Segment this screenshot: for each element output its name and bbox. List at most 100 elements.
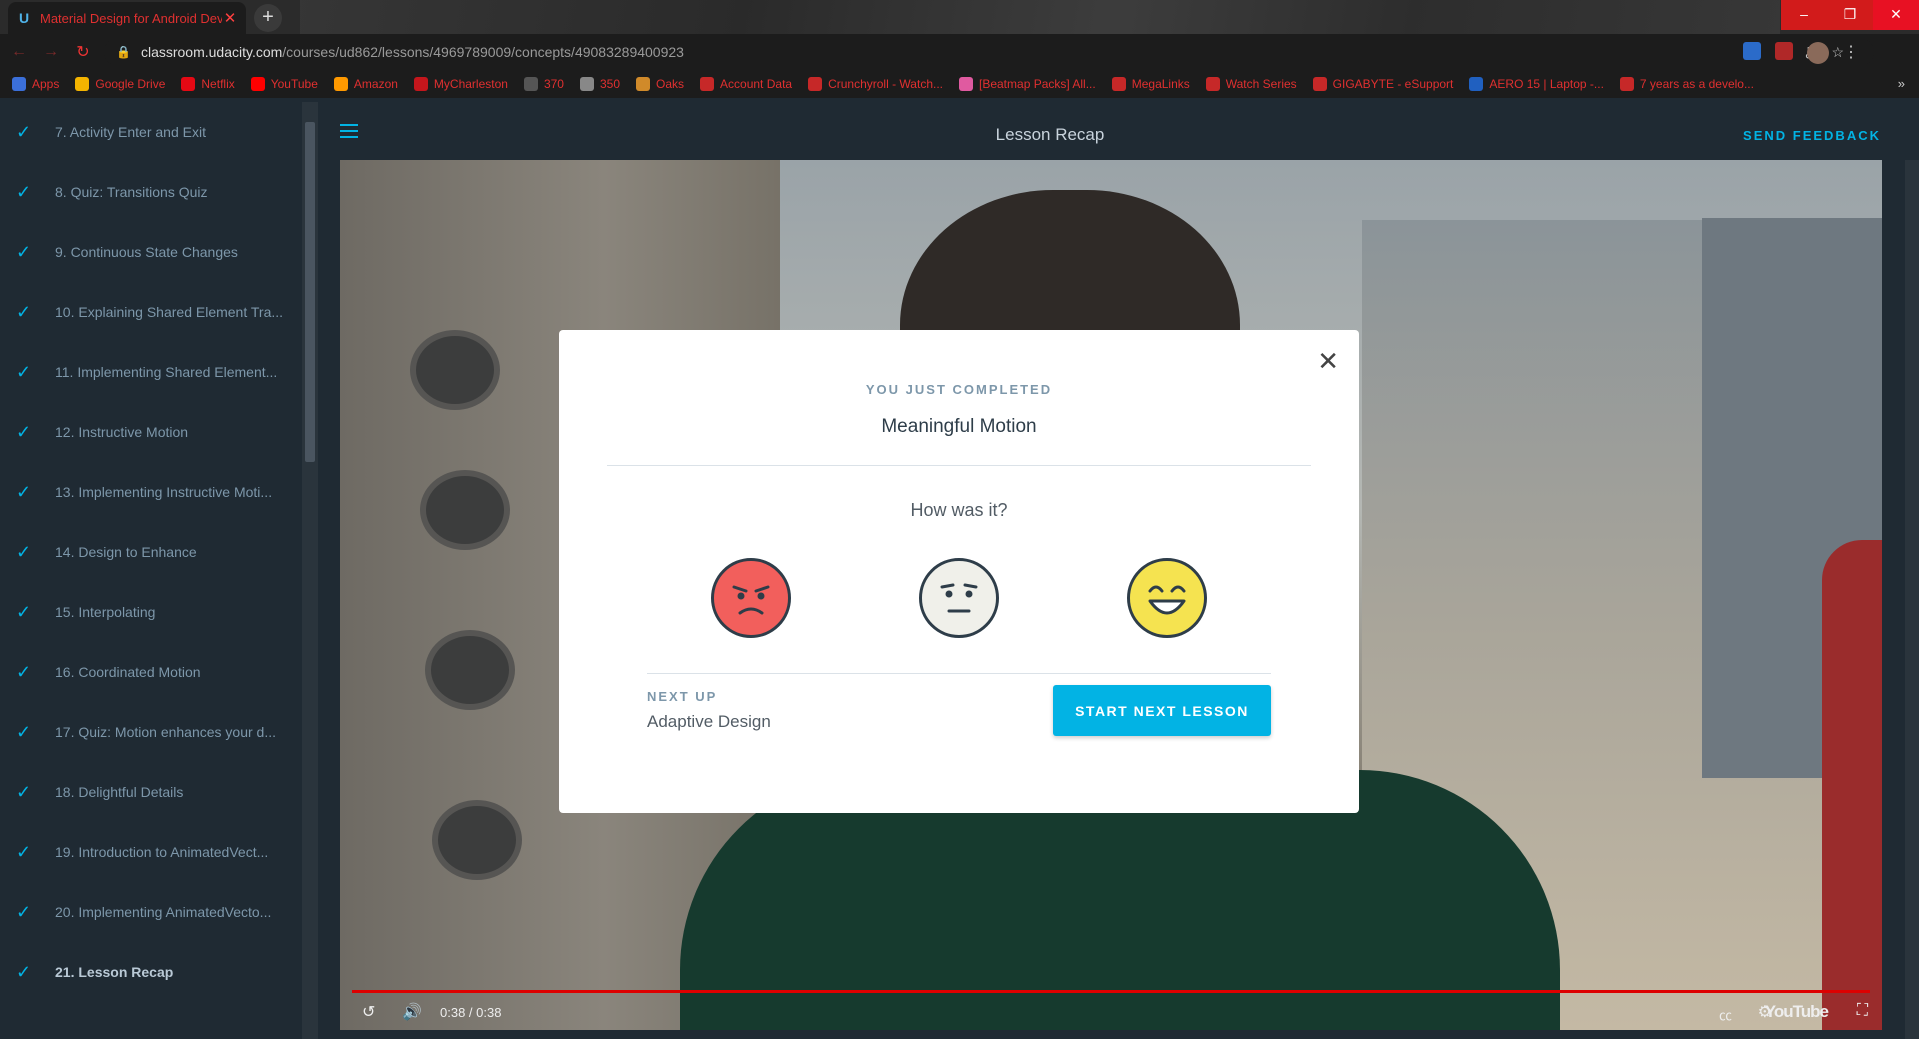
- tab-title: Material Design for Android Dev: [40, 10, 222, 26]
- checkmark-icon: ✓: [16, 661, 32, 682]
- bookmark-label: MyCharleston: [433, 77, 508, 91]
- checkmark-icon: ✓: [16, 541, 32, 562]
- sidebar-concept-label: 12. Instructive Motion: [55, 424, 189, 440]
- neutral-face-icon[interactable]: [919, 558, 999, 638]
- bookmark-item[interactable]: MegaLinks: [1111, 77, 1190, 91]
- bookmark-item[interactable]: MyCharleston: [413, 77, 508, 91]
- reload-icon[interactable]: ↻: [70, 42, 96, 62]
- bookmark-item[interactable]: Watch Series: [1205, 77, 1297, 91]
- bookmark-label: Account Data: [720, 77, 793, 91]
- browser-tabstrip: U Material Design for Android Dev ✕ + – …: [0, 0, 1919, 34]
- sidebar-scroll-thumb[interactable]: [305, 122, 315, 462]
- extension-icon[interactable]: [1775, 42, 1793, 60]
- replay-icon[interactable]: ↺: [362, 1002, 375, 1022]
- main-scrollbar[interactable]: [1905, 160, 1919, 1039]
- sidebar-concept-item[interactable]: ✓ 15. Interpolating: [0, 582, 302, 642]
- fullscreen-icon[interactable]: ⛶: [1857, 1002, 1868, 1020]
- checkmark-icon: ✓: [16, 421, 32, 442]
- video-scene-porthole: [432, 800, 522, 880]
- youtube-logo[interactable]: YouTube: [1765, 1002, 1829, 1022]
- sidebar-concept-label: 21. Lesson Recap: [55, 964, 174, 980]
- checkmark-icon: ✓: [16, 601, 32, 622]
- sidebar-concept-item[interactable]: ✓ 18. Delightful Details: [0, 762, 302, 822]
- lesson-complete-modal: ✕ YOU JUST COMPLETED Meaningful Motion H…: [559, 330, 1359, 813]
- sidebar-concept-item[interactable]: ✓ 13. Implementing Instructive Moti...: [0, 462, 302, 522]
- bookmark-item[interactable]: [Beatmap Packs] All...: [959, 77, 1096, 91]
- sidebar-concept-label: 15. Interpolating: [55, 604, 156, 620]
- udacity-favicon-icon: U: [18, 10, 30, 26]
- bookmark-label: AERO 15 | Laptop -...: [1489, 77, 1604, 91]
- bookmark-item[interactable]: Account Data: [700, 77, 792, 91]
- sidebar-concept-item[interactable]: ✓ 11. Implementing Shared Element...: [0, 342, 302, 402]
- angry-face-icon[interactable]: [711, 558, 791, 638]
- forward-icon[interactable]: →: [38, 43, 64, 61]
- sidebar-concept-item[interactable]: ✓ 17. Quiz: Motion enhances your d...: [0, 702, 302, 762]
- bookmark-favicon-icon: [1469, 77, 1484, 91]
- sidebar-concept-item[interactable]: ✓ 16. Coordinated Motion: [0, 642, 302, 702]
- checkmark-icon: ✓: [16, 361, 32, 382]
- video-scene-porthole: [410, 330, 500, 410]
- captions-icon[interactable]: ㏄: [1719, 1005, 1732, 1024]
- next-lesson-title: Adaptive Design: [647, 712, 771, 731]
- sidebar-concept-item[interactable]: ✓ 19. Introduction to AnimatedVect...: [0, 822, 302, 882]
- checkmark-icon: ✓: [16, 181, 32, 202]
- bookmark-favicon-icon: [1619, 77, 1634, 91]
- extension-bar: ⋮: [1743, 42, 1859, 64]
- bookmark-item[interactable]: 370: [523, 77, 564, 91]
- sidebar-concept-label: 9. Continuous State Changes: [55, 244, 238, 260]
- window-close-button[interactable]: ✕: [1873, 0, 1919, 30]
- back-icon[interactable]: ←: [6, 43, 32, 61]
- bookmark-label: Google Drive: [95, 77, 166, 91]
- sidebar-concept-item[interactable]: ✓ 8. Quiz: Transitions Quiz: [0, 162, 302, 222]
- bookmark-label: Oaks: [656, 77, 685, 91]
- browser-tab[interactable]: U Material Design for Android Dev ✕: [8, 2, 246, 34]
- video-progress-bar[interactable]: [352, 990, 1870, 993]
- bookmark-favicon-icon: [959, 77, 973, 91]
- bookmark-item[interactable]: GIGABYTE - eSupport: [1312, 77, 1453, 91]
- page-title: Lesson Recap: [995, 125, 1105, 144]
- window-controls: – ❐ ✕: [1781, 0, 1919, 30]
- new-tab-button[interactable]: +: [254, 4, 282, 32]
- bookmark-favicon-icon: [579, 77, 594, 91]
- tab-close-icon[interactable]: ✕: [222, 9, 238, 27]
- address-bar[interactable]: 🔒 classroom.udacity.com/courses/ud862/le…: [104, 38, 1874, 66]
- sidebar-concept-item[interactable]: ✓ 7. Activity Enter and Exit: [0, 102, 302, 162]
- bookmark-item[interactable]: Oaks: [636, 77, 684, 91]
- extension-icon[interactable]: [1743, 42, 1761, 60]
- sidebar-concept-item[interactable]: ✓ 10. Explaining Shared Element Tra...: [0, 282, 302, 342]
- minimize-button[interactable]: –: [1781, 0, 1827, 30]
- sidebar-concept-item[interactable]: ✓ 9. Continuous State Changes: [0, 222, 302, 282]
- neutral-face-drawing: [940, 583, 978, 613]
- bookmark-item[interactable]: 350: [579, 77, 620, 91]
- sidebar-concept-label: 19. Introduction to AnimatedVect...: [55, 844, 269, 860]
- bookmark-item[interactable]: YouTube: [250, 77, 318, 91]
- bookmarks-overflow-icon[interactable]: »: [1898, 76, 1905, 91]
- sidebar-concept-item[interactable]: ✓ 21. Lesson Recap: [0, 942, 302, 1002]
- avatar[interactable]: [1807, 42, 1829, 64]
- checkmark-icon: ✓: [16, 961, 32, 982]
- sidebar-concept-item[interactable]: ✓ 12. Instructive Motion: [0, 402, 302, 462]
- sidebar-concept-label: 20. Implementing AnimatedVecto...: [55, 904, 272, 920]
- close-icon[interactable]: ✕: [1317, 348, 1339, 374]
- bookmark-item[interactable]: Amazon: [333, 77, 398, 91]
- bookmark-item[interactable]: 7 years as a develo...: [1619, 77, 1754, 91]
- sidebar-concept-item[interactable]: ✓ 20. Implementing AnimatedVecto...: [0, 882, 302, 942]
- checkmark-icon: ✓: [16, 121, 32, 142]
- bookmark-label: [Beatmap Packs] All...: [979, 77, 1096, 91]
- start-next-lesson-button[interactable]: START NEXT LESSON: [1053, 685, 1271, 736]
- bookmark-item[interactable]: Google Drive: [75, 77, 165, 91]
- send-feedback-link[interactable]: SEND FEEDBACK: [1743, 128, 1881, 143]
- restore-button[interactable]: ❐: [1827, 0, 1873, 30]
- bookmark-item[interactable]: Crunchyroll - Watch...: [808, 77, 943, 91]
- bookmark-item[interactable]: AERO 15 | Laptop -...: [1469, 77, 1604, 91]
- sidebar-concept-item[interactable]: ✓ 14. Design to Enhance: [0, 522, 302, 582]
- bookmark-item[interactable]: Apps: [12, 77, 59, 91]
- menu-icon[interactable]: ⋮: [1843, 42, 1859, 64]
- happy-face-icon[interactable]: [1127, 558, 1207, 638]
- video-second-person: [1822, 540, 1882, 1030]
- sidebar-concept-label: 8. Quiz: Transitions Quiz: [55, 184, 208, 200]
- bookmark-item[interactable]: Netflix: [181, 77, 235, 91]
- bookmark-label: 370: [543, 77, 564, 91]
- sidebar-concept-label: 16. Coordinated Motion: [55, 664, 201, 680]
- volume-icon[interactable]: 🔊: [402, 1002, 422, 1022]
